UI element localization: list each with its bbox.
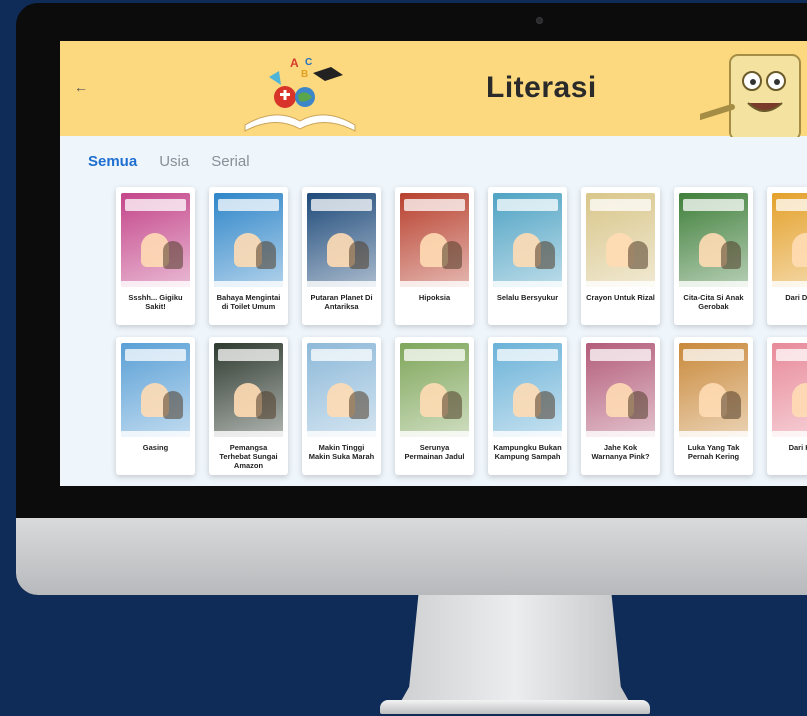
book-title: Crayon Untuk Rizal — [586, 293, 655, 302]
book-title: Putaran Planet Di Antariksa — [310, 293, 373, 311]
book-cover-image — [307, 193, 376, 287]
book-cover-image — [772, 343, 807, 437]
tab-semua[interactable]: Semua — [88, 153, 137, 170]
book-cover-image — [493, 343, 562, 437]
book-title: Hipoksia — [418, 293, 451, 302]
book-cover-image — [121, 193, 190, 287]
monitor-stand-base — [380, 700, 650, 714]
book-card[interactable]: Bahaya Mengintai di Toilet Umum — [209, 187, 288, 325]
monitor-chin — [16, 518, 807, 595]
book-row-2: Gasing Pemangsa Terhebat Sungai Amazon Mak… — [116, 337, 807, 475]
book-card[interactable]: Dari Hi Ke — [767, 337, 807, 475]
book-card[interactable]: Luka Yang Tak Pernah Kering — [674, 337, 753, 475]
book-title: Selalu Bersyukur — [496, 293, 559, 302]
book-title: Jahe Kok Warnanya Pink? — [591, 443, 650, 461]
books-illustration-icon: A B C — [244, 56, 356, 132]
book-cover-image — [679, 193, 748, 287]
book-cover-image — [493, 193, 562, 287]
notepad-mascot-icon — [700, 54, 801, 137]
svg-text:B: B — [301, 69, 308, 80]
filter-tabs: Semua Usia Serial — [88, 153, 250, 170]
tab-usia[interactable]: Usia — [159, 153, 189, 170]
book-cover-image — [214, 343, 283, 437]
arrow-left-icon[interactable]: ← — [74, 79, 88, 95]
book-card[interactable]: Crayon Untuk Rizal — [581, 187, 660, 325]
book-title: Bahaya Mengintai di Toilet Umum — [216, 293, 281, 311]
book-card[interactable]: Hipoksia — [395, 187, 474, 325]
book-card[interactable]: Kampungku Bukan Kampung Sampah — [488, 337, 567, 475]
book-title: Dari Data Fr — [785, 293, 807, 302]
book-cover-image — [679, 343, 748, 437]
book-title: Luka Yang Tak Pernah Kering — [687, 443, 740, 461]
book-title: Makin Tinggi Makin Suka Marah — [308, 443, 375, 461]
book-card[interactable]: Jahe Kok Warnanya Pink? — [581, 337, 660, 475]
book-title: Kampungku Bukan Kampung Sampah — [493, 443, 562, 461]
book-card[interactable]: Cita-Cita Si Anak Gerobak — [674, 187, 753, 325]
book-title: Cita-Cita Si Anak Gerobak — [683, 293, 744, 311]
book-cover-image — [400, 193, 469, 287]
book-card[interactable]: Makin Tinggi Makin Suka Marah — [302, 337, 381, 475]
book-card[interactable]: Selalu Bersyukur — [488, 187, 567, 325]
svg-text:C: C — [305, 57, 312, 68]
book-title: Dari Hi Ke — [788, 443, 807, 452]
book-cover-image — [121, 343, 190, 437]
app-screen: ← A B C Literasi Semua Usia Serial Ssshh… — [60, 41, 807, 486]
book-cover-image — [586, 343, 655, 437]
header-banner: ← A B C Literasi — [60, 41, 807, 137]
page-title: Literasi — [486, 71, 597, 104]
book-cover-image — [214, 193, 283, 287]
book-card[interactable]: Gasing — [116, 337, 195, 475]
book-title: Ssshh... Gigiku Sakit! — [128, 293, 183, 311]
book-row-1: Ssshh... Gigiku Sakit! Bahaya Mengintai d… — [116, 187, 807, 325]
book-title: Gasing — [142, 443, 169, 452]
book-card[interactable]: Serunya Permainan Jadul — [395, 337, 474, 475]
book-cover-image — [586, 193, 655, 287]
camera-dot — [536, 17, 543, 24]
book-card[interactable]: Dari Data Fr — [767, 187, 807, 325]
book-card[interactable]: Putaran Planet Di Antariksa — [302, 187, 381, 325]
book-title: Pemangsa Terhebat Sungai Amazon — [219, 443, 278, 470]
book-cover-image — [400, 343, 469, 437]
svg-text:A: A — [290, 56, 299, 70]
monitor: ← A B C Literasi Semua Usia Serial Ssshh… — [16, 3, 807, 595]
tab-serial[interactable]: Serial — [211, 153, 249, 170]
book-cover-image — [772, 193, 807, 287]
book-title: Serunya Permainan Jadul — [404, 443, 465, 461]
monitor-stand — [400, 595, 630, 703]
book-card[interactable]: Ssshh... Gigiku Sakit! — [116, 187, 195, 325]
book-cover-image — [307, 343, 376, 437]
book-card[interactable]: Pemangsa Terhebat Sungai Amazon — [209, 337, 288, 475]
